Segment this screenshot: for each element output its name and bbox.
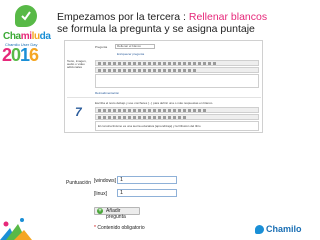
- chamilo-footer-logo: Chamilo: [255, 224, 317, 236]
- answer-toolbar[interactable]: [95, 107, 259, 113]
- add-question-button[interactable]: + Añadir pregunta: [94, 207, 140, 220]
- chamilo-badge-icon: [15, 5, 37, 27]
- linux-label: [linux]: [94, 191, 108, 197]
- texto-editor-area[interactable]: [95, 74, 259, 88]
- feedback-link[interactable]: Retroalimentación: [95, 91, 119, 95]
- add-question-label: Añadir pregunta: [106, 208, 126, 220]
- heading-highlight: Rellenar blancos: [188, 11, 268, 23]
- windows-label: [windows]: [94, 178, 116, 184]
- slide-heading: Empezamos por la tercera : Rellenar blan…: [57, 11, 268, 35]
- arrow-seven-glyph: 7: [75, 105, 82, 119]
- confetti-decoration: [0, 218, 32, 240]
- event-year: 2016: [2, 45, 39, 65]
- chamiluda-logo: Chamiluda: [3, 31, 51, 42]
- editor-toolbar-row2[interactable]: [95, 67, 259, 73]
- pregunta-input[interactable]: Rellenar el blanco: [115, 44, 155, 49]
- plus-icon: +: [97, 208, 103, 214]
- answer-text: El constructivismo es una teoría educati…: [98, 124, 201, 128]
- texto-adicional-label: Texto, imagen, audio o video adicionales: [67, 59, 87, 69]
- score-screenshot: Puntuación [windows] 1 [linux] 1 + Añadi…: [64, 170, 214, 237]
- enriquecer-link[interactable]: Enriquecer pregunta: [117, 52, 144, 56]
- chamilo-icon: [255, 225, 264, 234]
- windows-score-input[interactable]: 1: [117, 176, 177, 184]
- answer-editor-area[interactable]: El constructivismo es una teoría educati…: [95, 121, 259, 131]
- instructions-text: Escriba el texto debajo y use corchetes …: [95, 101, 214, 105]
- puntuacion-label: Puntuación: [66, 180, 92, 186]
- linux-score-input[interactable]: 1: [117, 189, 177, 197]
- editor-toolbar[interactable]: [95, 60, 259, 66]
- divider: [67, 97, 261, 98]
- question-editor-screenshot: Pregunta Rellenar el blanco Enriquecer p…: [64, 40, 263, 133]
- chamilo-wordmark: Chamilo: [266, 224, 302, 234]
- pregunta-label: Pregunta: [95, 45, 108, 49]
- required-note: * Contenido obligatorio: [94, 225, 145, 231]
- brand-column: Chamiluda Chamilo User Day 2016: [0, 0, 56, 240]
- answer-toolbar-row2[interactable]: [95, 114, 259, 120]
